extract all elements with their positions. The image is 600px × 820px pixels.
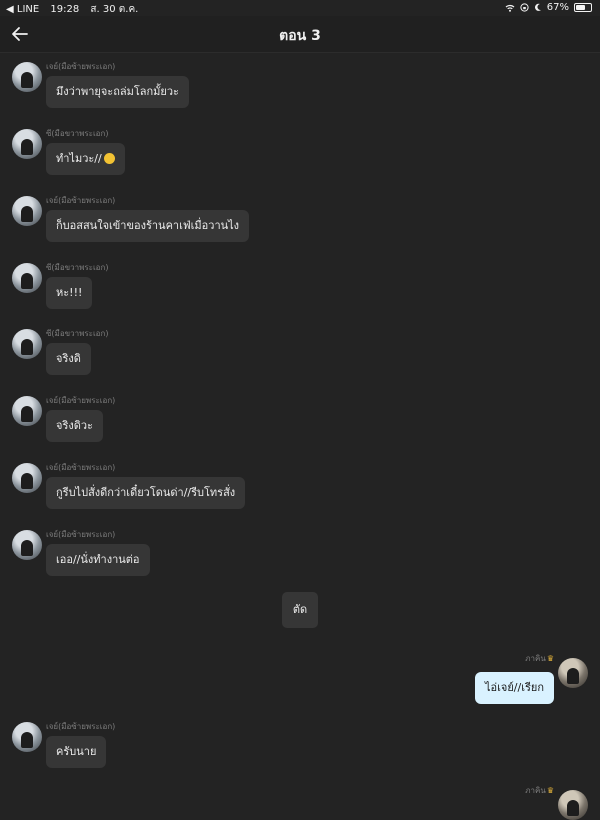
- message-bubble[interactable]: จริงดิวะ: [46, 410, 103, 442]
- crown-icon: ♛: [546, 786, 554, 795]
- sender-name: เจย์(มือซ้ายพระเอก): [46, 62, 116, 71]
- message-text: กูรีบไปสั่งดีกว่าเดี๋ยวโดนด่า//รีบโทรสั่…: [56, 486, 236, 499]
- sender-name: เจย์(มือซ้ายพระเอก): [46, 722, 116, 731]
- message-text: ทำไมวะ//: [56, 152, 102, 165]
- message-bubble[interactable]: มึงว่าพายุจะถล่มโลกมั้ยวะ: [46, 76, 189, 108]
- avatar[interactable]: [12, 463, 42, 493]
- page-title: ตอน 3: [279, 28, 321, 44]
- sender-name: ซี(มือขวาพระเอก): [46, 329, 109, 338]
- message-bubble[interactable]: กูรีบไปสั่งดีกว่าเดี๋ยวโดนด่า//รีบโทรสั่…: [46, 477, 246, 509]
- message-text: มึงว่าพายุจะถล่มโลกมั้ยวะ: [56, 85, 179, 98]
- message-text: ไอ่เจย์//เรียก: [485, 681, 544, 694]
- avatar[interactable]: [12, 530, 42, 560]
- status-time: 19:28: [50, 4, 80, 15]
- pouting-face-icon: [103, 153, 115, 164]
- battery-percent: 67%: [546, 2, 569, 13]
- status-date: ส. 30 ต.ค.: [90, 4, 139, 15]
- sender-name: เจย์(มือซ้ายพระเอก): [46, 396, 116, 405]
- message-text: จริงดิ: [56, 352, 81, 365]
- message-text: จริงดิวะ: [56, 419, 93, 432]
- message-text: เออ//นั่งทำงานต่อ: [56, 553, 140, 566]
- avatar[interactable]: [12, 129, 42, 159]
- wifi-icon: [505, 4, 515, 12]
- battery-fill: [576, 5, 585, 10]
- message-bubble[interactable]: ทำไมวะ//: [46, 143, 125, 175]
- avatar[interactable]: [12, 263, 42, 293]
- crown-icon: ♛: [546, 654, 554, 663]
- avatar[interactable]: [558, 658, 588, 688]
- avatar[interactable]: [12, 722, 42, 752]
- message-text: หะ!!!: [56, 286, 83, 299]
- avatar[interactable]: [558, 790, 588, 820]
- message-text: ครับนาย: [56, 745, 97, 758]
- moon-icon: [534, 3, 541, 11]
- orientation-lock-icon: [520, 3, 529, 12]
- message-bubble[interactable]: เออ//นั่งทำงานต่อ: [46, 544, 150, 576]
- back-to-app-link[interactable]: ◀ LINE: [6, 4, 39, 15]
- message-text: ก็บอสสนใจเข้าของร้านคาเฟ่เมื่อวานไง: [56, 219, 240, 232]
- sender-name: ภาคิน♛: [525, 654, 554, 663]
- message-bubble[interactable]: จริงดิ: [46, 343, 91, 375]
- sender-name: ซี(มือขวาพระเอก): [46, 263, 109, 272]
- sender-name: ซี(มือขวาพระเอก): [46, 129, 109, 138]
- message-bubble[interactable]: ไอ่เจย์//เรียก: [475, 672, 554, 704]
- avatar[interactable]: [12, 196, 42, 226]
- scene-cut-marker: ตัด: [282, 592, 318, 628]
- sender-name: เจย์(มือซ้ายพระเอก): [46, 463, 116, 472]
- battery-icon: [574, 3, 592, 12]
- avatar[interactable]: [12, 396, 42, 426]
- sender-name: เจย์(มือซ้ายพระเอก): [46, 196, 116, 205]
- message-bubble[interactable]: หะ!!!: [46, 277, 93, 309]
- message-bubble[interactable]: ก็บอสสนใจเข้าของร้านคาเฟ่เมื่อวานไง: [46, 210, 250, 242]
- chat-header: ตอน 3: [0, 16, 600, 53]
- avatar[interactable]: [12, 62, 42, 92]
- sender-name: เจย์(มือซ้ายพระเอก): [46, 530, 116, 539]
- sender-name: ภาคิน♛: [525, 786, 554, 795]
- avatar[interactable]: [12, 329, 42, 359]
- status-bar: ◀ LINE 19:28 ส. 30 ต.ค. 67%: [0, 0, 600, 16]
- message-bubble[interactable]: ครับนาย: [46, 736, 107, 768]
